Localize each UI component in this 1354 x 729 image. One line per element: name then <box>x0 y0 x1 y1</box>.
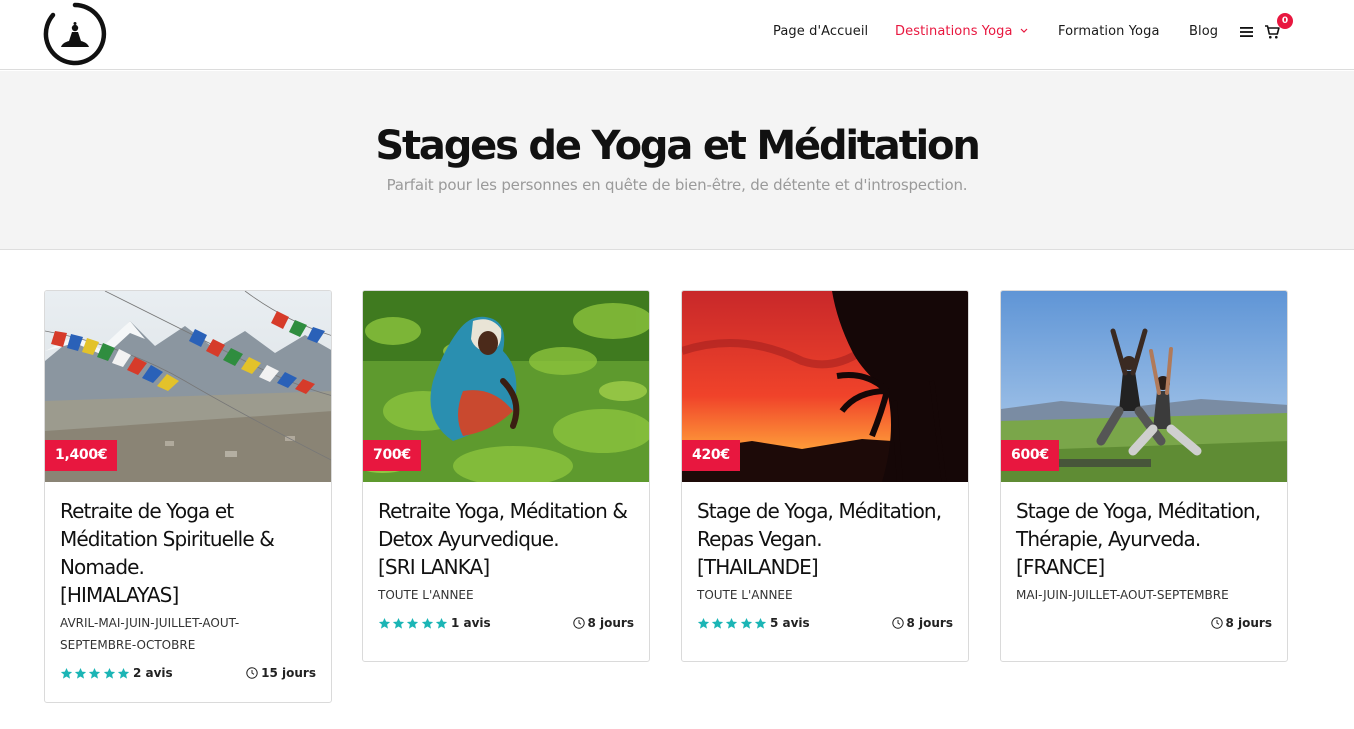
title-line: Méditation Spirituelle & <box>60 527 275 551</box>
retreat-image-france[interactable]: 600€ <box>1001 291 1287 482</box>
title-line: Repas Vegan. <box>697 527 823 551</box>
retreat-duration: 8 jours <box>891 616 954 630</box>
title-line: Stage de Yoga, Méditation, <box>697 499 942 523</box>
retreat-card-himalayas[interactable]: 1,400€ Retraite de Yoga et Méditation Sp… <box>44 290 332 703</box>
page-subtitle: Parfait pour les personnes en quête de b… <box>386 176 968 194</box>
star-icon <box>378 617 391 629</box>
star-icon <box>697 617 710 629</box>
retreat-card-sri-lanka[interactable]: 700€ Retraite Yoga, Méditation & Detox A… <box>362 290 650 662</box>
nav-destinations-label: Destinations Yoga <box>895 24 1013 39</box>
clock-icon <box>1210 617 1223 629</box>
site-header: Page d'Accueil Destinations Yoga Formati… <box>0 0 1354 70</box>
hero-section: Stages de Yoga et Méditation Parfait pou… <box>0 71 1354 250</box>
dates-line: SEPTEMBRE-OCTOBRE <box>60 638 196 652</box>
title-line: [SRI LANKA] <box>378 555 490 579</box>
card-meta: 5 avis 8 jours <box>697 614 953 652</box>
dates-line: MAI-JUIN-JUILLET-AOUT-SEPTEMBRE <box>1016 588 1229 602</box>
duration-label: 8 jours <box>1225 616 1273 630</box>
star-icon <box>103 667 115 679</box>
price-badge: 600€ <box>1001 440 1059 471</box>
star-icon <box>89 667 101 679</box>
title-line: [HIMALAYAS] <box>60 583 179 607</box>
duration-label: 8 jours <box>906 616 954 630</box>
retreat-title[interactable]: Retraite de Yoga et Méditation Spirituel… <box>60 497 316 609</box>
retreat-duration: 15 jours <box>246 666 316 680</box>
retreat-image-himalayas[interactable]: 1,400€ <box>45 291 331 482</box>
rating-stars: 2 avis <box>60 666 173 680</box>
star-icon <box>407 617 419 629</box>
nav-formation-yoga[interactable]: Formation Yoga <box>1058 24 1160 39</box>
title-line: [FRANCE] <box>1016 555 1105 579</box>
retreat-title[interactable]: Stage de Yoga, Méditation, Thérapie, Ayu… <box>1016 497 1272 581</box>
retreat-image-sri-lanka[interactable]: 700€ <box>363 291 649 482</box>
nav-destinations-yoga[interactable]: Destinations Yoga <box>895 24 1028 39</box>
duration-label: 15 jours <box>261 666 316 680</box>
card-meta: 8 jours <box>1016 614 1272 652</box>
retreat-image-thailande[interactable]: 420€ <box>682 291 968 482</box>
title-line: Detox Ayurvedique. <box>378 527 560 551</box>
star-icon <box>117 667 129 679</box>
retreat-dates: AVRIL-MAI-JUIN-JUILLET-AOUT- SEPTEMBRE-O… <box>60 612 316 656</box>
title-line: Retraite Yoga, Méditation & <box>378 499 628 523</box>
rating-stars: 1 avis <box>378 616 491 630</box>
star-icon <box>740 617 752 629</box>
card-body: Retraite de Yoga et Méditation Spirituel… <box>45 482 331 702</box>
star-icon <box>435 617 447 629</box>
star-icon <box>393 617 405 629</box>
dates-line: TOUTE L'ANNEE <box>697 588 793 602</box>
star-icon <box>726 617 738 629</box>
retreat-card-thailande[interactable]: 420€ Stage de Yoga, Méditation, Repas Ve… <box>681 290 969 662</box>
cart-count-badge: 0 <box>1277 13 1293 29</box>
page-title: Stages de Yoga et Méditation <box>375 123 980 169</box>
card-body: Stage de Yoga, Méditation, Repas Vegan. … <box>682 482 968 652</box>
clock-icon <box>891 617 904 629</box>
card-body: Stage de Yoga, Méditation, Thérapie, Ayu… <box>1001 482 1287 652</box>
title-line: [THAILANDE] <box>697 555 819 579</box>
retreat-duration: 8 jours <box>572 616 635 630</box>
nav-home[interactable]: Page d'Accueil <box>773 24 868 39</box>
buddha-logo-icon[interactable] <box>43 2 107 66</box>
price-badge: 420€ <box>682 440 740 471</box>
reviews-count[interactable]: 5 avis <box>770 616 810 630</box>
card-meta: 2 avis 15 jours <box>60 664 316 702</box>
dates-line: AVRIL-MAI-JUIN-JUILLET-AOUT- <box>60 616 240 630</box>
star-icon <box>60 667 73 679</box>
retreat-title[interactable]: Retraite Yoga, Méditation & Detox Ayurve… <box>378 497 634 581</box>
retreat-dates: TOUTE L'ANNEE <box>378 584 634 606</box>
title-line: Stage de Yoga, Méditation, <box>1016 499 1261 523</box>
reviews-count[interactable]: 2 avis <box>133 666 173 680</box>
duration-label: 8 jours <box>587 616 635 630</box>
reviews-count[interactable]: 1 avis <box>451 616 491 630</box>
title-line: Thérapie, Ayurveda. <box>1016 527 1201 551</box>
retreat-duration: 8 jours <box>1210 616 1273 630</box>
price-badge: 700€ <box>363 440 421 471</box>
clock-icon <box>246 667 258 679</box>
dates-line: TOUTE L'ANNEE <box>378 588 474 602</box>
nav-blog[interactable]: Blog <box>1189 24 1218 39</box>
shopping-cart-icon[interactable] <box>1264 24 1280 40</box>
card-body: Retraite Yoga, Méditation & Detox Ayurve… <box>363 482 649 652</box>
star-icon <box>75 667 87 679</box>
star-icon <box>712 617 724 629</box>
rating-stars: 5 avis <box>697 616 810 630</box>
star-icon <box>754 617 766 629</box>
retreat-dates: MAI-JUIN-JUILLET-AOUT-SEPTEMBRE <box>1016 584 1272 606</box>
retreat-dates: TOUTE L'ANNEE <box>697 584 953 606</box>
title-line: Retraite de Yoga et <box>60 499 234 523</box>
hamburger-menu-icon[interactable] <box>1240 26 1253 38</box>
retreat-card-france[interactable]: 600€ Stage de Yoga, Méditation, Thérapie… <box>1000 290 1288 662</box>
clock-icon <box>572 617 585 629</box>
title-line: Nomade. <box>60 555 145 579</box>
card-meta: 1 avis 8 jours <box>378 614 634 652</box>
price-badge: 1,400€ <box>45 440 118 471</box>
star-icon <box>421 617 433 629</box>
chevron-down-icon <box>1020 28 1028 33</box>
retreat-title[interactable]: Stage de Yoga, Méditation, Repas Vegan. … <box>697 497 953 581</box>
